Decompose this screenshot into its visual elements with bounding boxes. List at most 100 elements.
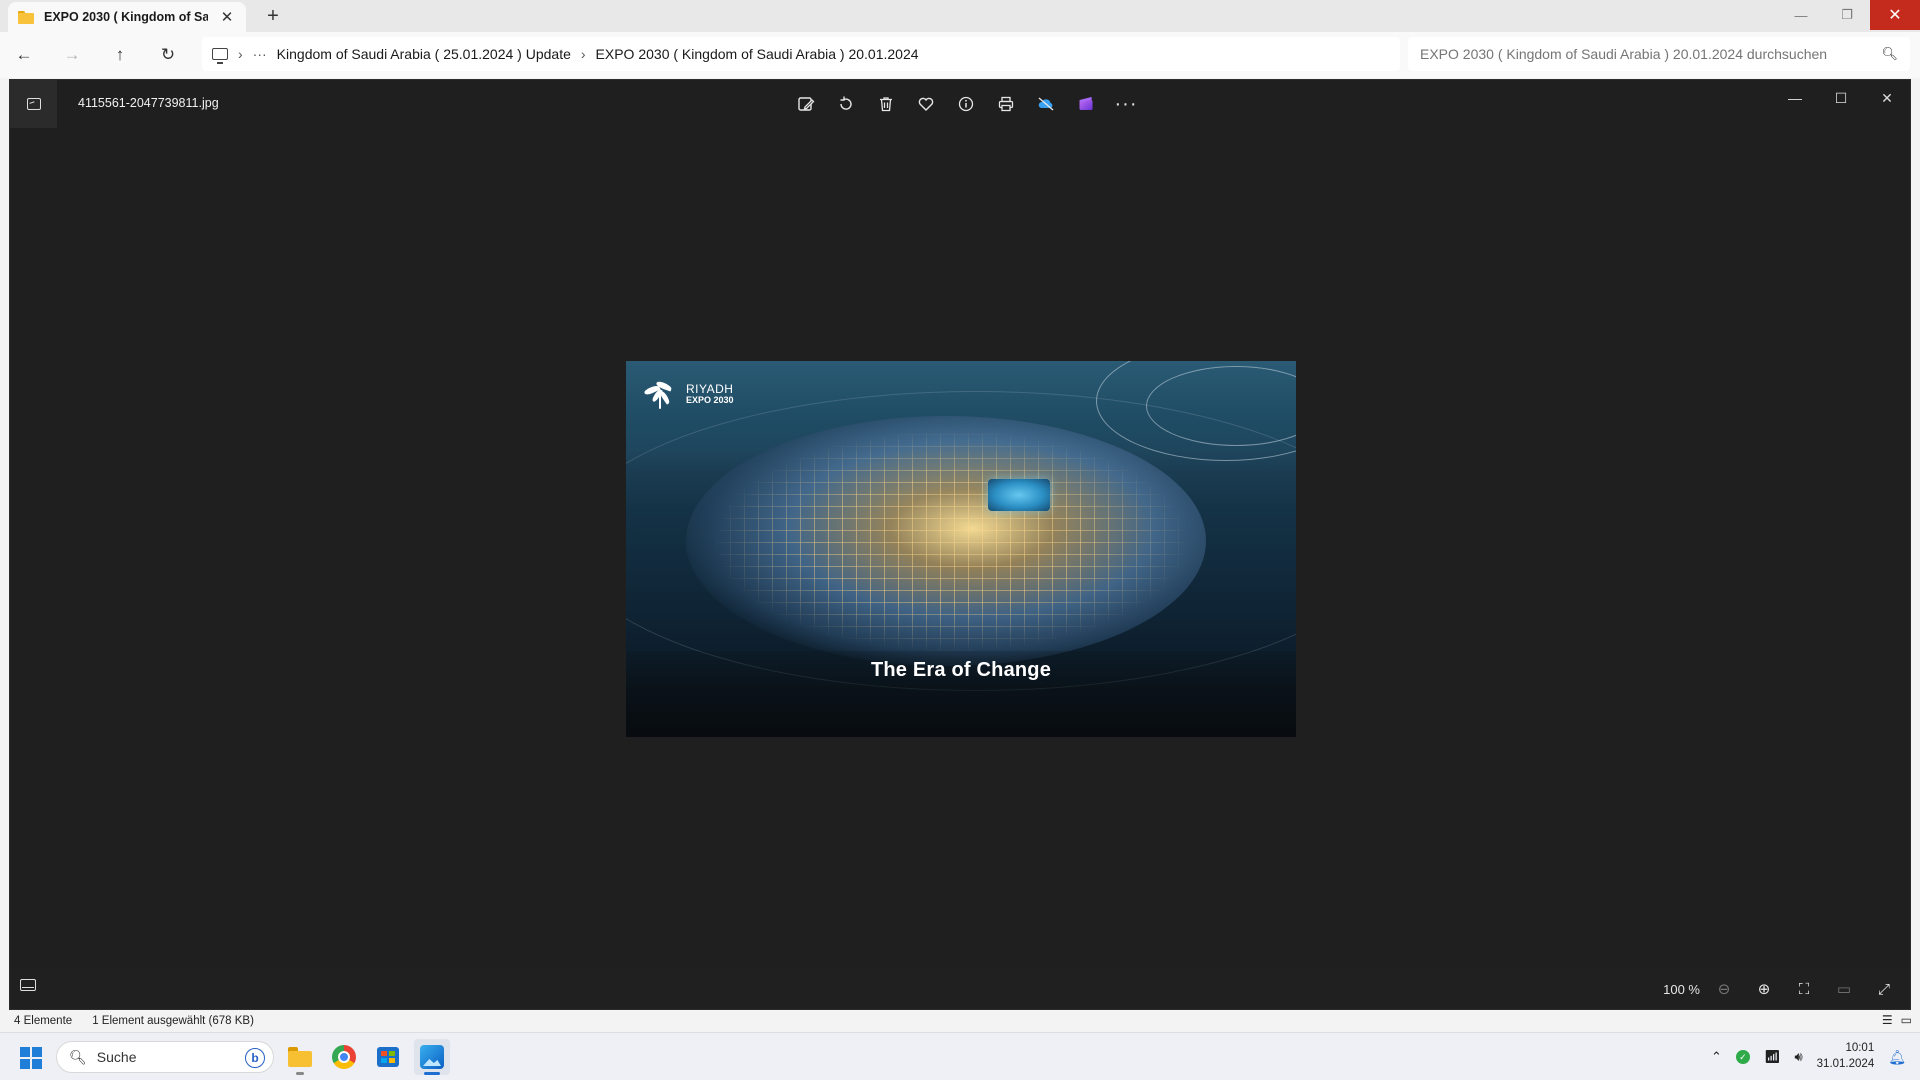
explorer-tab-bar: EXPO 2030 ( Kingdom of Saud ✕ + — ❐ ✕ xyxy=(0,0,1920,32)
viewer-bottom-bar: 100 % ⊖ ⊕ ⛶ ▭ ⤢ xyxy=(10,969,1910,1009)
viewer-window-controls: — ☐ ✕ xyxy=(1772,80,1910,116)
more-options-button[interactable]: ··· xyxy=(1108,88,1144,120)
close-window-icon[interactable]: ✕ xyxy=(1870,0,1920,30)
file-explorer-icon xyxy=(288,1047,312,1067)
chevron-right-icon[interactable]: › xyxy=(238,46,243,62)
trash-icon xyxy=(880,97,892,112)
taskbar-search-label: Suche xyxy=(96,1049,137,1065)
new-tab-button[interactable]: + xyxy=(262,5,284,28)
edit-image-button[interactable] xyxy=(788,88,824,120)
palm-logo-icon xyxy=(640,377,680,411)
viewer-toolbar: 4115561-2047739811.jpg ··· — ☐ ✕ xyxy=(10,80,1910,128)
more-icon: ··· xyxy=(1114,92,1138,115)
clock[interactable]: 10:01 31.01.2024 xyxy=(1817,1041,1875,1072)
refresh-button[interactable]: ↻ xyxy=(144,35,192,75)
back-button[interactable]: ← xyxy=(0,35,48,75)
breadcrumb-item-update[interactable]: Kingdom of Saudi Arabia ( 25.01.2024 ) U… xyxy=(277,46,571,62)
status-selection: 1 Element ausgewählt (678 KB) xyxy=(92,1015,254,1027)
maximize-icon[interactable]: ☐ xyxy=(1818,80,1864,116)
address-bar: ← → ↑ ↻ › ··· Kingdom of Saudi Arabia ( … xyxy=(0,32,1920,78)
photos-app-icon xyxy=(26,98,41,110)
volume-icon[interactable]: 🔊︎ xyxy=(1794,1049,1802,1065)
restore-icon[interactable]: ❐ xyxy=(1824,0,1870,30)
search-icon: 🔍︎ xyxy=(69,1048,87,1065)
minimize-icon[interactable]: — xyxy=(1778,0,1824,30)
filmstrip-toggle-icon[interactable] xyxy=(20,979,36,991)
photo-canvas[interactable]: RIYADH EXPO 2030 The Era of Change xyxy=(626,361,1296,737)
taskbar-chrome[interactable] xyxy=(326,1039,362,1075)
taskbar-photos[interactable] xyxy=(414,1039,450,1075)
monitor-icon xyxy=(212,48,228,64)
close-icon[interactable]: ✕ xyxy=(1864,80,1910,116)
heart-icon xyxy=(918,97,934,111)
clock-time: 10:01 xyxy=(1845,1042,1875,1055)
active-indicator xyxy=(424,1072,440,1075)
clock-date: 31.01.2024 xyxy=(1816,1058,1875,1070)
bing-icon[interactable]: b xyxy=(245,1048,265,1068)
search-icon[interactable]: 🔍︎ xyxy=(1881,46,1898,62)
edit-icon xyxy=(798,97,815,111)
tab-label: EXPO 2030 ( Kingdom of Saud xyxy=(44,10,208,24)
logo-city-text: RIYADH xyxy=(686,381,734,396)
info-icon xyxy=(958,96,974,112)
cloud-off-icon xyxy=(1038,97,1054,111)
riyadh-expo-logo: RIYADH EXPO 2030 xyxy=(640,377,734,411)
minimize-icon[interactable]: — xyxy=(1772,80,1818,116)
zoom-controls: 100 % ⊖ ⊕ ⛶ ▭ ⤢ xyxy=(1663,975,1900,1003)
taskbar-file-explorer[interactable] xyxy=(282,1039,318,1075)
close-tab-icon[interactable]: ✕ xyxy=(218,8,236,26)
photos-app-icon-box[interactable] xyxy=(10,80,57,128)
photo-caption: The Era of Change xyxy=(870,659,1052,681)
chrome-icon xyxy=(332,1045,356,1069)
system-tray: ⌃ ✓ 📶︎ 🔊︎ 10:01 31.01.2024 🔔︎ xyxy=(1711,1033,1920,1080)
fullscreen-icon[interactable]: ⤢ xyxy=(1868,975,1900,1003)
printer-icon xyxy=(998,96,1014,112)
forward-button[interactable]: → xyxy=(48,35,96,75)
notification-bell-icon[interactable]: 🔔︎ xyxy=(1888,1049,1906,1066)
details-view-icon[interactable]: ☰ xyxy=(1882,1013,1893,1027)
tiles-view-icon[interactable]: ▭ xyxy=(1901,1013,1912,1027)
clipchamp-button[interactable] xyxy=(1068,88,1104,120)
rotate-icon xyxy=(840,96,852,110)
photo-central-pool xyxy=(988,479,1050,511)
file-name: 4115561-2047739811.jpg xyxy=(78,96,219,110)
viewer-tools: ··· xyxy=(788,88,1144,120)
security-shield-icon[interactable]: ✓ xyxy=(1735,1050,1750,1064)
delete-button[interactable] xyxy=(868,88,904,120)
up-button[interactable]: ↑ xyxy=(96,35,144,75)
print-button[interactable] xyxy=(988,88,1024,120)
store-icon xyxy=(377,1047,399,1067)
zoom-level[interactable]: 100 % xyxy=(1663,982,1700,997)
logo-event-text: EXPO 2030 xyxy=(686,394,734,405)
taskbar-search[interactable]: 🔍︎ Suche b xyxy=(56,1041,274,1073)
chevron-right-icon[interactable]: › xyxy=(581,46,586,62)
tab-expo-2030[interactable]: EXPO 2030 ( Kingdom of Saud ✕ xyxy=(8,2,246,32)
breadcrumb-item-expo[interactable]: EXPO 2030 ( Kingdom of Saudi Arabia ) 20… xyxy=(596,46,919,62)
more-icon[interactable]: ··· xyxy=(253,46,267,62)
file-info-button[interactable] xyxy=(948,88,984,120)
photos-viewer-window: 4115561-2047739811.jpg ··· — ☐ ✕ RIYADH … xyxy=(9,79,1911,1010)
zoom-out-icon[interactable]: ⊖ xyxy=(1708,975,1740,1003)
wifi-icon[interactable]: 📶︎ xyxy=(1764,1049,1781,1065)
favorite-button[interactable] xyxy=(908,88,944,120)
actual-size-icon[interactable]: ▭ xyxy=(1828,975,1860,1003)
running-indicator xyxy=(296,1072,304,1075)
taskbar-store[interactable] xyxy=(370,1039,406,1075)
onedrive-button[interactable] xyxy=(1028,88,1064,120)
explorer-status-bar: 4 Elemente 1 Element ausgewählt (678 KB)… xyxy=(0,1010,1920,1032)
clipchamp-icon xyxy=(1079,97,1093,110)
view-mode-buttons: ☰ ▭ xyxy=(1882,1013,1912,1027)
folder-search-input[interactable] xyxy=(1420,46,1882,62)
zoom-in-icon[interactable]: ⊕ xyxy=(1748,975,1780,1003)
windows-start-icon[interactable] xyxy=(20,1047,42,1069)
status-item-count: 4 Elemente xyxy=(14,1015,73,1027)
breadcrumb[interactable]: › ··· Kingdom of Saudi Arabia ( 25.01.20… xyxy=(202,37,1400,71)
photo-city-grid xyxy=(716,431,1186,651)
explorer-window-controls: — ❐ ✕ xyxy=(1778,0,1920,30)
rotate-button[interactable] xyxy=(828,88,864,120)
photos-icon xyxy=(420,1045,444,1069)
chevron-up-icon[interactable]: ⌃ xyxy=(1711,1049,1722,1065)
fit-to-window-icon[interactable]: ⛶ xyxy=(1788,975,1820,1003)
folder-search[interactable]: 🔍︎ xyxy=(1408,37,1910,71)
folder-icon xyxy=(18,10,34,24)
